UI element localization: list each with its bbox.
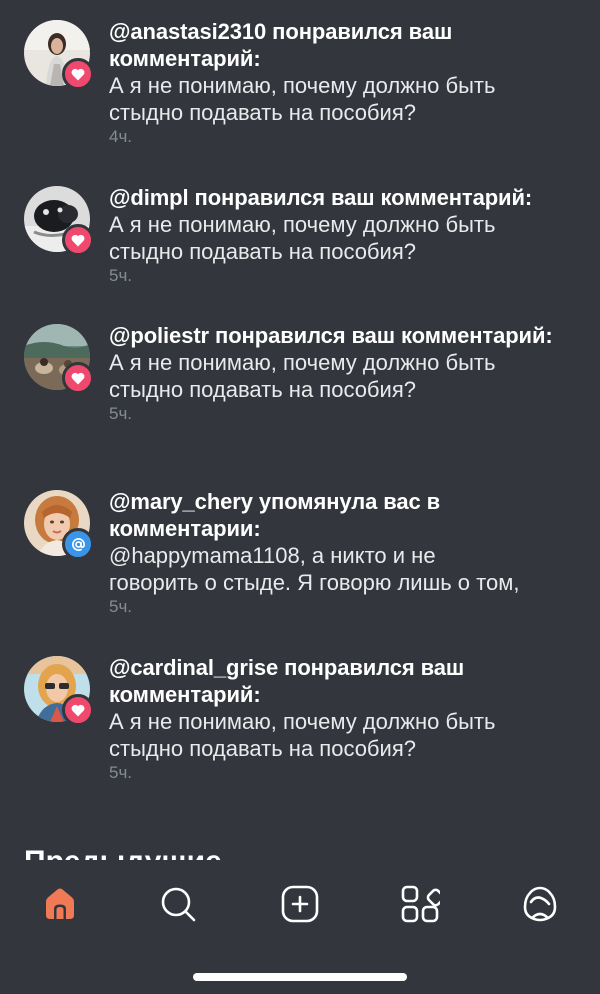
notification-time: 5ч. (109, 404, 133, 423)
notification-comment: А я не понимаю, почему должно быть стыдн… (109, 212, 496, 264)
profile-icon (523, 886, 557, 922)
heart-icon (71, 234, 85, 246)
notification-username[interactable]: @cardinal_grise (109, 655, 278, 680)
notification-time: 4ч. (109, 127, 133, 146)
at-icon (71, 537, 85, 551)
notification-comment: А я не понимаю, почему должно быть стыдн… (109, 350, 496, 402)
bottom-tab-bar (0, 860, 600, 994)
avatar[interactable] (24, 656, 94, 726)
heart-icon (71, 704, 85, 716)
like-badge (62, 58, 94, 90)
notification-username[interactable]: @anastasi2310 (109, 19, 266, 44)
avatar[interactable] (24, 20, 94, 90)
search-icon (161, 887, 196, 922)
home-indicator[interactable] (193, 973, 407, 981)
tab-search[interactable] (156, 882, 200, 926)
tab-create[interactable] (278, 882, 322, 926)
like-badge (62, 694, 94, 726)
notification-username[interactable]: @dimpl (109, 185, 189, 210)
section-title-previous: Предыдущие (24, 845, 222, 860)
mention-badge (62, 528, 94, 560)
tab-home[interactable] (38, 882, 82, 926)
notification-time: 5ч. (109, 763, 133, 782)
notification-action: понравился ваш комментарий: (215, 323, 553, 348)
avatar[interactable] (24, 490, 94, 560)
notifications-feed: @anastasi2310 понравился ваш комментарий… (0, 0, 600, 860)
avatar[interactable] (24, 324, 94, 394)
notification-username[interactable]: @poliestr (109, 323, 209, 348)
notification-comment: @happymama1108, а никто и не говорить о … (109, 543, 520, 595)
tab-profile[interactable] (518, 882, 562, 926)
heart-icon (71, 68, 85, 80)
notification-action: понравился ваш комментарий: (194, 185, 533, 210)
notification-username[interactable]: @mary_chery (109, 489, 253, 514)
avatar[interactable] (24, 186, 94, 256)
home-icon (46, 888, 74, 919)
notification-time: 5ч. (109, 266, 133, 285)
notification-time: 5ч. (109, 597, 133, 616)
like-badge (62, 224, 94, 256)
notification-comment: А я не понимаю, почему должно быть стыдн… (109, 709, 496, 761)
like-badge (62, 362, 94, 394)
add-icon (281, 885, 319, 923)
apps-icon (401, 885, 440, 923)
heart-icon (71, 372, 85, 384)
notification-comment: А я не понимаю, почему должно быть стыдн… (109, 73, 496, 125)
tab-apps[interactable] (398, 882, 442, 926)
